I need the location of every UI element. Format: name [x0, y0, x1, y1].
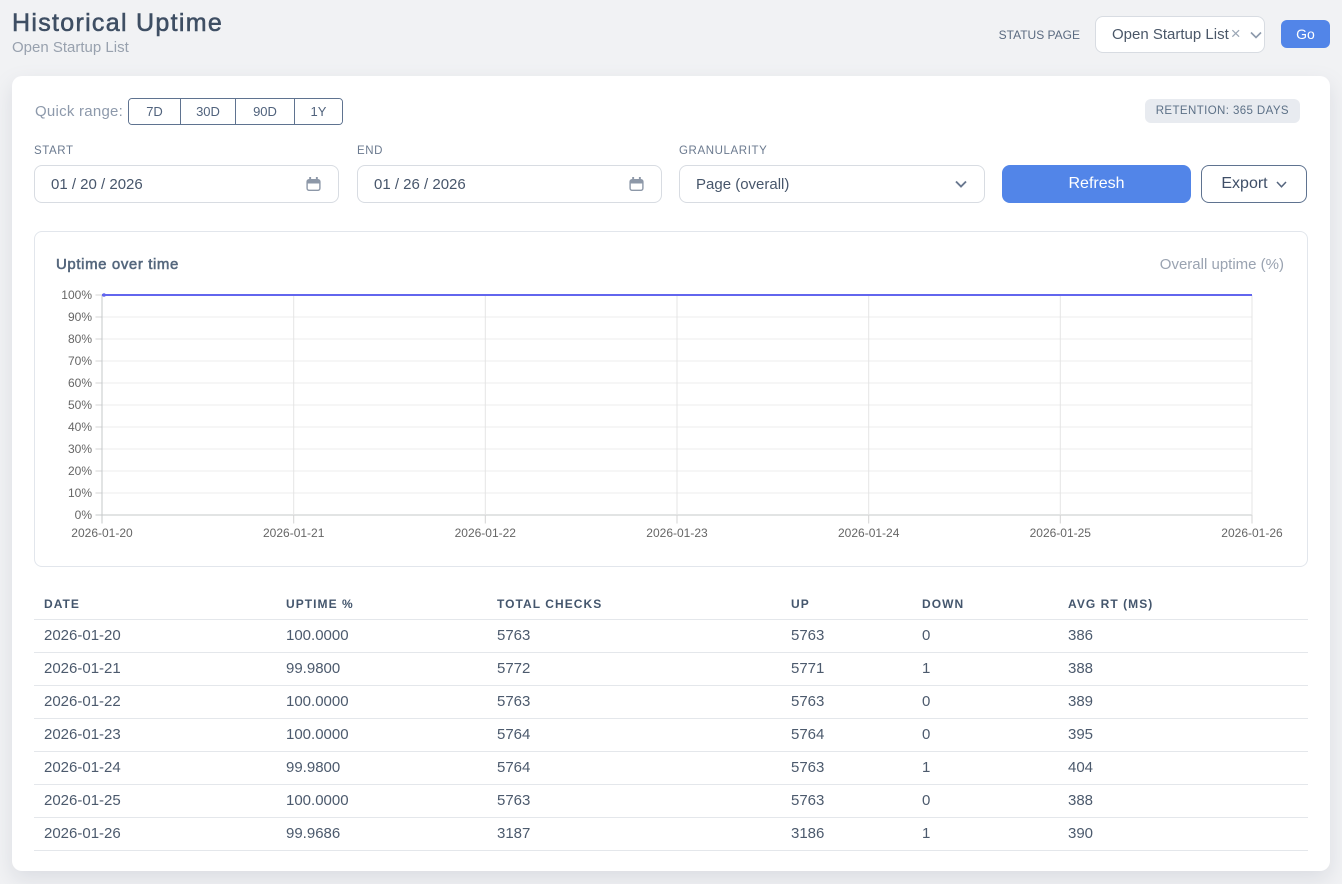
svg-text:80%: 80%	[68, 332, 92, 346]
svg-text:2026-01-25: 2026-01-25	[1030, 526, 1092, 540]
svg-text:2026-01-24: 2026-01-24	[838, 526, 900, 540]
svg-text:50%: 50%	[68, 398, 92, 412]
svg-text:40%: 40%	[68, 420, 92, 434]
svg-text:2026-01-21: 2026-01-21	[263, 526, 325, 540]
svg-text:20%: 20%	[68, 464, 92, 478]
svg-text:90%: 90%	[68, 310, 92, 324]
svg-text:100%: 100%	[61, 288, 92, 302]
svg-text:10%: 10%	[68, 486, 92, 500]
svg-text:2026-01-26: 2026-01-26	[1221, 526, 1283, 540]
svg-text:2026-01-22: 2026-01-22	[455, 526, 517, 540]
svg-text:2026-01-23: 2026-01-23	[646, 526, 708, 540]
svg-text:0%: 0%	[75, 508, 93, 522]
svg-text:60%: 60%	[68, 376, 92, 390]
svg-text:2026-01-20: 2026-01-20	[71, 526, 133, 540]
svg-text:70%: 70%	[68, 354, 92, 368]
svg-text:30%: 30%	[68, 442, 92, 456]
